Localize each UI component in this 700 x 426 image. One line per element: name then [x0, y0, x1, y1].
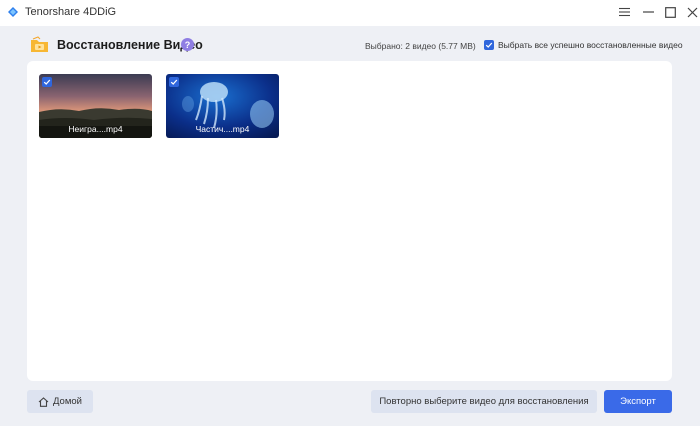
home-button[interactable]: Домой — [27, 390, 93, 413]
home-button-label: Домой — [53, 396, 82, 407]
video-checkbox[interactable] — [169, 77, 179, 87]
video-filename: Неигра....mp4 — [68, 124, 123, 134]
video-thumbnail[interactable]: Частич....mp4 — [166, 74, 279, 138]
maximize-button[interactable] — [660, 3, 680, 21]
app-title: Tenorshare 4DDiG — [25, 6, 117, 18]
checkbox-checked-icon — [484, 40, 494, 50]
select-all-checkbox[interactable]: Выбрать все успешно восстановленные виде… — [484, 40, 683, 50]
home-icon — [38, 396, 49, 407]
close-icon — [687, 7, 697, 17]
selected-count-info: Выбрано: 2 видео (5.77 MB) — [365, 41, 476, 51]
video-checkbox[interactable] — [42, 77, 52, 87]
export-button[interactable]: Экспорт — [604, 390, 672, 413]
video-results-panel: Неигра....mp4 Частич....mp4 — [27, 61, 672, 381]
title-bar: Tenorshare 4DDiG — [0, 0, 700, 26]
minimize-icon — [642, 11, 654, 13]
help-icon[interactable]: ? — [181, 38, 194, 51]
video-folder-icon — [31, 36, 48, 52]
video-filename: Частич....mp4 — [195, 124, 250, 134]
select-all-label: Выбрать все успешно восстановленные виде… — [498, 40, 683, 50]
reselect-videos-button[interactable]: Повторно выберите видео для восстановлен… — [371, 390, 597, 413]
video-thumbnail[interactable]: Неигра....mp4 — [39, 74, 152, 138]
minimize-button[interactable] — [638, 3, 658, 21]
menu-icon — [618, 7, 630, 17]
maximize-icon — [664, 6, 676, 18]
menu-button[interactable] — [614, 3, 634, 21]
app-logo-icon — [8, 7, 18, 17]
close-button[interactable] — [682, 3, 700, 21]
